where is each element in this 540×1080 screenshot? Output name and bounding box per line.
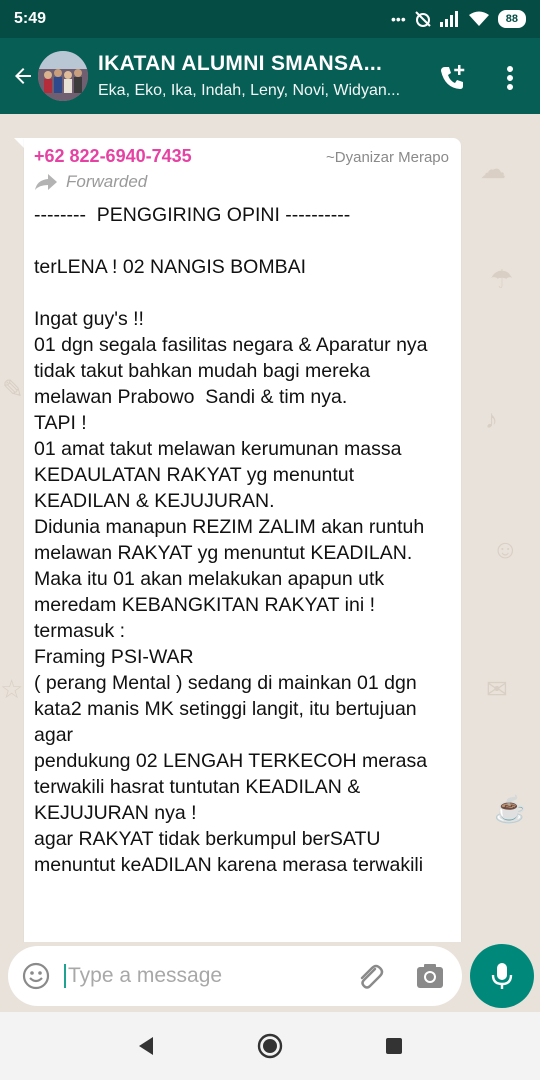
wallpaper-doodle-icon: ✎ [2,374,24,404]
camera-button[interactable] [410,956,450,996]
wallpaper-doodle-icon: ☂ [490,264,514,294]
add-call-button[interactable] [432,58,472,98]
wifi-icon [468,11,489,26]
microphone-icon [491,963,513,989]
message-input[interactable] [64,964,334,988]
battery-icon: 88 [497,10,526,28]
nav-home-icon [257,1033,283,1059]
system-nav-bar [0,1012,540,1080]
back-arrow-icon [15,68,31,84]
attach-button[interactable] [350,956,390,996]
chat-area[interactable]: ☁ ☂ ♪ ☺ ✉ ☕ ✎ ☆ +62 822-6940-7435 ~Dyani… [0,114,540,942]
wallpaper-doodle-icon: ♪ [485,404,498,434]
chat-header: IKATAN ALUMNI SMANSA... Eka, Eko, Ika, I… [0,38,540,114]
emoji-icon [22,962,50,990]
signal-icon [439,11,458,27]
sender-phone[interactable]: +62 822-6940-7435 [34,146,192,167]
nav-recents-button[interactable] [374,1026,414,1066]
more-vertical-icon [507,66,513,90]
status-icons: ••• 88 [391,10,526,28]
wallpaper-doodle-icon: ✉ [486,674,508,704]
nav-recents-icon [386,1038,402,1054]
more-dots-icon: ••• [391,11,406,27]
wallpaper-doodle-icon: ☆ [0,674,24,704]
alarm-off-icon [415,11,431,27]
status-time: 5:49 [14,10,47,27]
forwarded-label: Forwarded [34,172,449,192]
group-avatar[interactable] [38,51,88,101]
composer-bar [0,942,540,1012]
back-button[interactable] [4,38,42,114]
status-bar: 5:49 ••• 88 [0,0,540,38]
wallpaper-doodle-icon: ☁ [480,154,506,184]
nav-back-button[interactable] [126,1026,166,1066]
chat-participants: Eka, Eko, Ika, Indah, Leny, Novi, Widyan… [98,82,401,99]
sender-name: ~Dyanizar Merapo [326,149,449,166]
chat-title: IKATAN ALUMNI SMANSA... [98,52,383,75]
chat-title-block[interactable]: IKATAN ALUMNI SMANSA... Eka, Eko, Ika, I… [98,52,424,100]
more-options-button[interactable] [492,58,528,98]
camera-icon [417,964,443,988]
sender-row: +62 822-6940-7435 ~Dyanizar Merapo [34,146,449,167]
emoji-button[interactable] [8,946,64,1006]
composer-pill [8,946,462,1006]
forward-arrow-icon [35,174,57,190]
paperclip-icon [360,964,384,989]
nav-back-icon [139,1037,153,1055]
wallpaper-doodle-icon: ☺ [492,534,519,564]
forwarded-text: Forwarded [66,172,148,191]
wallpaper-doodle-icon: ☕ [494,794,527,824]
message-text: -------- PENGGIRING OPINI ---------- ter… [34,204,428,876]
nav-home-button[interactable] [250,1026,290,1066]
add-call-icon [441,65,465,89]
message-bubble[interactable]: +62 822-6940-7435 ~Dyanizar Merapo Forwa… [24,138,461,942]
voice-message-button[interactable] [470,944,534,1008]
